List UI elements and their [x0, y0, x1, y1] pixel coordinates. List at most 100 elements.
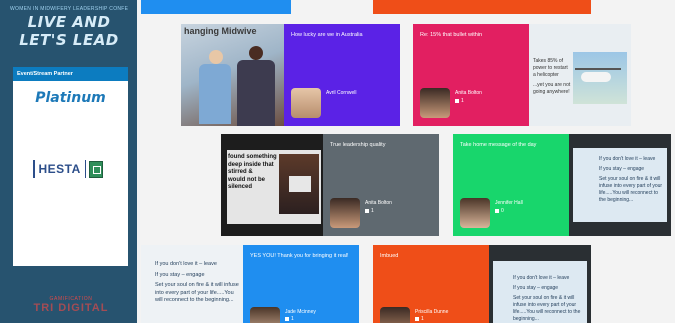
likes-count: 1 — [421, 316, 424, 322]
event-sidebar: WOMEN IN MIDWIFERY LEADERSHIP CONFERENCE… — [0, 0, 137, 323]
slide-line: stirred & — [228, 169, 253, 175]
author-avatar — [380, 307, 410, 323]
post-note: True leadership quality Anita Bolton 1 — [323, 134, 439, 236]
likes-count: 1 — [371, 208, 374, 214]
partner-logo-icon — [89, 160, 104, 178]
author-avatar — [291, 88, 321, 118]
slide-text: If you don't love it – leave If you stay… — [599, 156, 663, 207]
slide-line: Takes 85% of power to restart a helicopt… — [533, 58, 568, 78]
post-title: YES YOU! Thank you for bringing it real! — [250, 253, 349, 259]
post-note: Imbued Priscilla Dunne 1 — [373, 245, 489, 323]
slide-line: Set your soul on fire & it will infuse i… — [513, 295, 581, 322]
speaker-photo — [279, 154, 319, 214]
post-slide: Takes 85% of power to restart a helicopt… — [529, 24, 631, 126]
slide-text: If you don't love it – leave If you stay… — [155, 261, 239, 308]
post-card[interactable]: If you don't love it – leave If you stay… — [141, 245, 359, 323]
slide-screen: If you don't love it – leave If you stay… — [573, 148, 667, 222]
partner-logo: HESTA — [33, 159, 104, 179]
post-slide: found something deep inside that stirred… — [221, 134, 323, 236]
slide-line: found something — [228, 154, 277, 160]
footer-brand-big: TRI DIGITAL — [33, 302, 109, 314]
post-likes: 1 — [365, 208, 374, 214]
post-photo: hanging Midwive — [181, 24, 284, 126]
slide-line: If you don't love it – leave — [513, 275, 570, 281]
slide-screen: If you don't love it – leave If you stay… — [493, 261, 587, 323]
photo-person-face — [209, 50, 223, 64]
logo-bar-right — [84, 160, 87, 178]
post-title: True leadership quality — [330, 142, 386, 148]
slide-text: found something deep inside that stirred… — [228, 154, 280, 192]
photo-person-face — [249, 46, 263, 60]
post-note: Re: 15% that bullet within Anita Bolton … — [413, 24, 529, 126]
author-avatar — [250, 307, 280, 323]
thumbs-up-icon — [455, 98, 459, 103]
slide-line: deep inside that — [228, 161, 274, 168]
likes-count: 0 — [501, 208, 504, 214]
slide-line: If you don't love it – leave — [599, 156, 656, 162]
slide-text: Takes 85% of power to restart a helicopt… — [533, 58, 571, 99]
helicopter-icon — [581, 72, 611, 82]
rotor-icon — [575, 68, 621, 70]
slide-line: If you stay – engage — [155, 271, 205, 278]
event-headline-line1: LIVE AND — [27, 13, 111, 31]
post-author: Anita Bolton — [455, 90, 482, 96]
event-kicker: WOMEN IN MIDWIFERY LEADERSHIP CONFERENCE… — [10, 6, 128, 12]
post-likes: 1 — [415, 316, 424, 322]
post-likes: 1 — [455, 98, 464, 104]
event-branding: WOMEN IN MIDWIFERY LEADERSHIP CONFERENCE… — [10, 6, 128, 64]
partner-name: HESTA — [38, 162, 81, 176]
post-author: Jennifer Hall — [495, 200, 523, 206]
post-slide: If you don't love it – leave If you stay… — [489, 245, 591, 323]
post-likes: 0 — [495, 208, 504, 214]
post-likes: 1 — [285, 316, 294, 322]
helicopter-image — [573, 52, 627, 104]
post-author: Avril Cornwell — [326, 90, 357, 96]
slide-line: If you don't love it – leave — [155, 261, 217, 267]
post-title: Imbued — [380, 253, 399, 259]
partner-tier: Platinum — [35, 90, 106, 106]
post-note: Take home message of the day Jennifer Ha… — [453, 134, 569, 236]
post-note: YES YOU! Thank you for bringing it real!… — [243, 245, 359, 323]
photo-caption: hanging Midwive — [184, 26, 257, 36]
event-headline-line2: LET'S LEAD — [19, 31, 119, 49]
post-slide: If you don't love it – leave If you stay… — [141, 245, 243, 323]
post-note: How lucky are we in Australia Avril Corn… — [284, 24, 400, 126]
partner-header: Event/Stream Partner — [13, 67, 128, 81]
partial-card-top-left[interactable] — [141, 0, 291, 14]
photo-person-body — [237, 60, 275, 126]
post-wall[interactable]: hanging Midwive How lucky are we in Aust… — [137, 0, 675, 323]
likes-count: 1 — [461, 98, 464, 104]
slide-line: If you stay – engage — [599, 166, 645, 172]
post-title: Take home message of the day — [460, 142, 537, 148]
post-card[interactable]: Re: 15% that bullet within Anita Bolton … — [413, 24, 631, 126]
post-author: Anita Bolton — [365, 200, 392, 206]
slide-line: ...yet you are not going anywhere! — [533, 82, 571, 95]
slide-line: would not be — [228, 176, 265, 183]
slide-line: Set your soul on fire & it will infuse i… — [599, 176, 663, 203]
photo-person-body — [199, 64, 231, 124]
app-stage: WOMEN IN MIDWIFERY LEADERSHIP CONFERENCE… — [0, 0, 675, 323]
partial-card-top-right[interactable] — [373, 0, 591, 14]
author-avatar — [420, 88, 450, 118]
slide-line: Set your soul on fire & it will infuse i… — [155, 282, 239, 303]
thumbs-up-icon — [285, 316, 289, 321]
post-slide: If you don't love it – leave If you stay… — [569, 134, 671, 236]
likes-count: 1 — [291, 316, 294, 322]
thumbs-up-icon — [495, 208, 499, 213]
post-author: Priscilla Dunne — [415, 309, 449, 315]
post-card[interactable]: hanging Midwive How lucky are we in Aust… — [181, 24, 400, 126]
post-card[interactable]: Take home message of the day Jennifer Ha… — [453, 134, 671, 236]
post-title: Re: 15% that bullet within — [420, 32, 483, 38]
post-author: Jade Mcinney — [285, 309, 316, 315]
slide-line: silenced — [228, 184, 253, 190]
post-card[interactable]: Imbued Priscilla Dunne 1 If you don't lo… — [373, 245, 591, 323]
author-avatar — [330, 198, 360, 228]
footer-brand: GAMIFICATION TRI DIGITAL — [8, 296, 134, 320]
slide-line: If you stay – engage — [513, 285, 559, 291]
author-avatar — [460, 198, 490, 228]
thumbs-up-icon — [415, 316, 419, 321]
partner-panel: Platinum HESTA — [13, 81, 128, 266]
slide-text: If you don't love it – leave If you stay… — [513, 275, 583, 323]
post-card[interactable]: found something deep inside that stirred… — [221, 134, 439, 236]
paper-icon — [289, 176, 311, 192]
